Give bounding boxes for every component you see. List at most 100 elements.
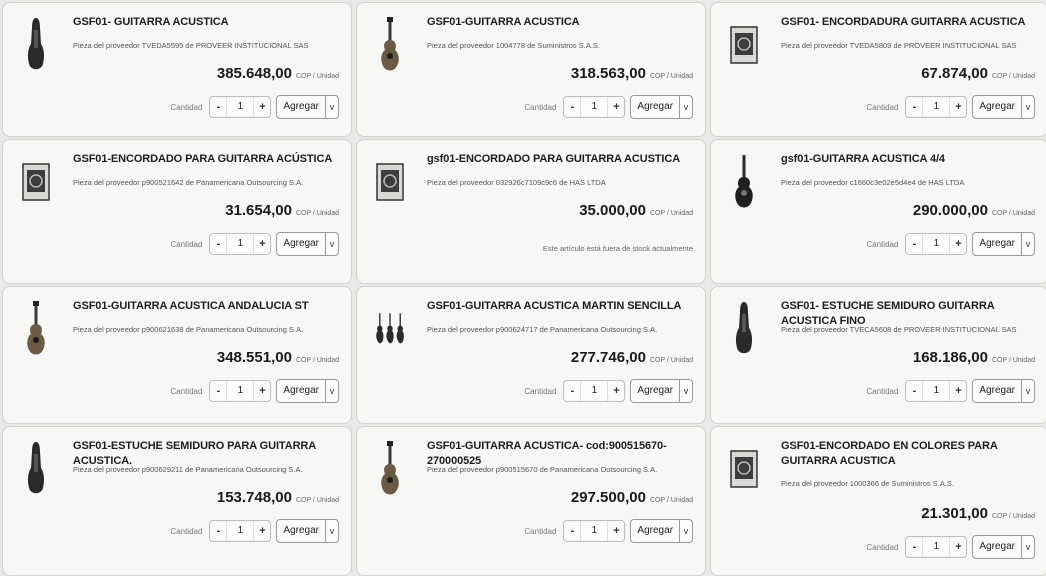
product-price: 35.000,00 [579, 202, 646, 219]
quantity-input[interactable]: 1 [226, 521, 255, 541]
decrement-button[interactable]: - [564, 97, 580, 117]
electro-acoustic-guitar-icon[interactable] [729, 152, 759, 212]
out-of-stock-note: Este artículo está fuera de stock actual… [542, 244, 693, 253]
add-button-label: Agregar [283, 385, 319, 396]
strings-package-icon[interactable] [729, 439, 759, 499]
add-to-cart-button[interactable]: Agregar v [630, 519, 693, 543]
quantity-input[interactable]: 1 [580, 521, 609, 541]
chevron-down-icon[interactable]: v [325, 380, 338, 402]
add-to-cart-button[interactable]: Agregar v [276, 519, 339, 543]
product-title[interactable]: GSF01- ENCORDADURA GUITARRA ACUSTICA [781, 15, 1035, 30]
guitar-set-icon[interactable] [375, 299, 405, 359]
add-button-label: Agregar [979, 385, 1015, 396]
add-to-cart-button[interactable]: Agregar v [972, 535, 1035, 559]
increment-button[interactable]: + [254, 234, 270, 254]
product-title[interactable]: GSF01-GUITARRA ACUSTICA [427, 15, 693, 30]
product-title[interactable]: GSF01-ENCORDADO EN COLORES PARA GUITARRA… [781, 439, 1035, 469]
quantity-controls: Cantidad - 1 + Agregar v [170, 232, 339, 256]
guitar-case-icon[interactable] [21, 439, 51, 499]
add-to-cart-button[interactable]: Agregar v [972, 232, 1035, 256]
chevron-down-icon[interactable]: v [1021, 96, 1034, 118]
product-title[interactable]: GSF01-GUITARRA ACUSTICA MARTIN SENCILLA [427, 299, 693, 314]
increment-button[interactable]: + [950, 234, 966, 254]
increment-button[interactable]: + [608, 521, 624, 541]
quantity-stepper: - 1 + [905, 96, 968, 118]
quantity-input[interactable]: 1 [922, 234, 951, 254]
chevron-down-icon[interactable]: v [679, 380, 692, 402]
decrement-button[interactable]: - [210, 381, 226, 401]
increment-button[interactable]: + [254, 97, 270, 117]
add-to-cart-button[interactable]: Agregar v [276, 379, 339, 403]
acoustic-guitar-icon[interactable] [375, 15, 405, 75]
decrement-button[interactable]: - [906, 234, 922, 254]
add-to-cart-button[interactable]: Agregar v [276, 232, 339, 256]
acoustic-guitar-icon[interactable] [21, 299, 51, 359]
product-card: GSF01-GUITARRA ACUSTICA- cod:900515670-2… [356, 426, 706, 576]
strings-package-icon[interactable] [375, 152, 405, 212]
quantity-input[interactable]: 1 [226, 381, 255, 401]
price-unit: COP / Unidad [991, 357, 1035, 364]
chevron-down-icon[interactable]: v [325, 96, 338, 118]
increment-button[interactable]: + [254, 521, 270, 541]
product-title[interactable]: GSF01- GUITARRA ACUSTICA [73, 15, 339, 30]
quantity-label: Cantidad [170, 526, 203, 536]
guitar-case-icon[interactable] [729, 299, 759, 359]
product-price: 318.563,00 [570, 65, 646, 82]
quantity-controls: Cantidad - 1 + Agregar v [866, 535, 1035, 559]
price-row: 297.500,00 COP / Unidad [571, 489, 693, 506]
increment-button[interactable]: + [254, 381, 270, 401]
product-title[interactable]: GSF01-GUITARRA ACUSTICA ANDALUCIA ST [73, 299, 339, 314]
strings-package-icon[interactable] [21, 152, 51, 212]
chevron-down-icon[interactable]: v [1021, 380, 1034, 402]
quantity-controls: Cantidad - 1 + Agregar v [866, 379, 1035, 403]
quantity-label: Cantidad [170, 386, 203, 396]
decrement-button[interactable]: - [564, 521, 580, 541]
quantity-input[interactable]: 1 [580, 97, 609, 117]
product-title[interactable]: GSF01-ENCORDADO PARA GUITARRA ACÚSTICA [73, 152, 339, 167]
chevron-down-icon[interactable]: v [325, 520, 338, 542]
chevron-down-icon[interactable]: v [679, 520, 692, 542]
add-to-cart-button[interactable]: Agregar v [972, 95, 1035, 119]
decrement-button[interactable]: - [210, 234, 226, 254]
guitar-case-icon[interactable] [21, 15, 51, 75]
quantity-input[interactable]: 1 [922, 381, 951, 401]
add-button-label: Agregar [637, 101, 673, 112]
chevron-down-icon[interactable]: v [1021, 233, 1034, 255]
add-to-cart-button[interactable]: Agregar v [276, 95, 339, 119]
supplier-info: Pieza del proveedor p900621638 de Paname… [73, 325, 304, 334]
product-card: GSF01-GUITARRA ACUSTICA Pieza del provee… [356, 2, 706, 137]
decrement-button[interactable]: - [906, 381, 922, 401]
acoustic-guitar-icon[interactable] [375, 439, 405, 499]
quantity-stepper: - 1 + [563, 96, 626, 118]
decrement-button[interactable]: - [906, 537, 922, 557]
supplier-info: Pieza del proveedor TVECA5608 de PROVEER… [781, 325, 1017, 334]
chevron-down-icon[interactable]: v [1021, 536, 1034, 558]
increment-button[interactable]: + [950, 381, 966, 401]
product-title[interactable]: gsf01-ENCORDADO PARA GUITARRA ACUSTICA [427, 152, 693, 167]
product-card: GSF01-GUITARRA ACUSTICA ANDALUCIA ST Pie… [2, 286, 352, 424]
decrement-button[interactable]: - [210, 521, 226, 541]
add-to-cart-button[interactable]: Agregar v [630, 95, 693, 119]
supplier-info: Pieza del proveedor p900629211 de Paname… [73, 465, 303, 474]
quantity-input[interactable]: 1 [226, 234, 255, 254]
increment-button[interactable]: + [950, 97, 966, 117]
quantity-input[interactable]: 1 [922, 97, 951, 117]
strings-package-icon[interactable] [729, 15, 759, 75]
increment-button[interactable]: + [950, 537, 966, 557]
quantity-input[interactable]: 1 [226, 97, 255, 117]
quantity-input[interactable]: 1 [580, 381, 609, 401]
quantity-input[interactable]: 1 [922, 537, 951, 557]
chevron-down-icon[interactable]: v [679, 96, 692, 118]
increment-button[interactable]: + [608, 97, 624, 117]
decrement-button[interactable]: - [906, 97, 922, 117]
add-to-cart-button[interactable]: Agregar v [630, 379, 693, 403]
chevron-down-icon[interactable]: v [325, 233, 338, 255]
product-title[interactable]: gsf01-GUITARRA ACUSTICA 4/4 [781, 152, 1035, 167]
add-to-cart-button[interactable]: Agregar v [972, 379, 1035, 403]
product-price: 290.000,00 [912, 202, 988, 219]
decrement-button[interactable]: - [210, 97, 226, 117]
product-card: GSF01-ENCORDADO EN COLORES PARA GUITARRA… [710, 426, 1046, 576]
decrement-button[interactable]: - [564, 381, 580, 401]
quantity-label: Cantidad [170, 239, 203, 249]
increment-button[interactable]: + [608, 381, 624, 401]
